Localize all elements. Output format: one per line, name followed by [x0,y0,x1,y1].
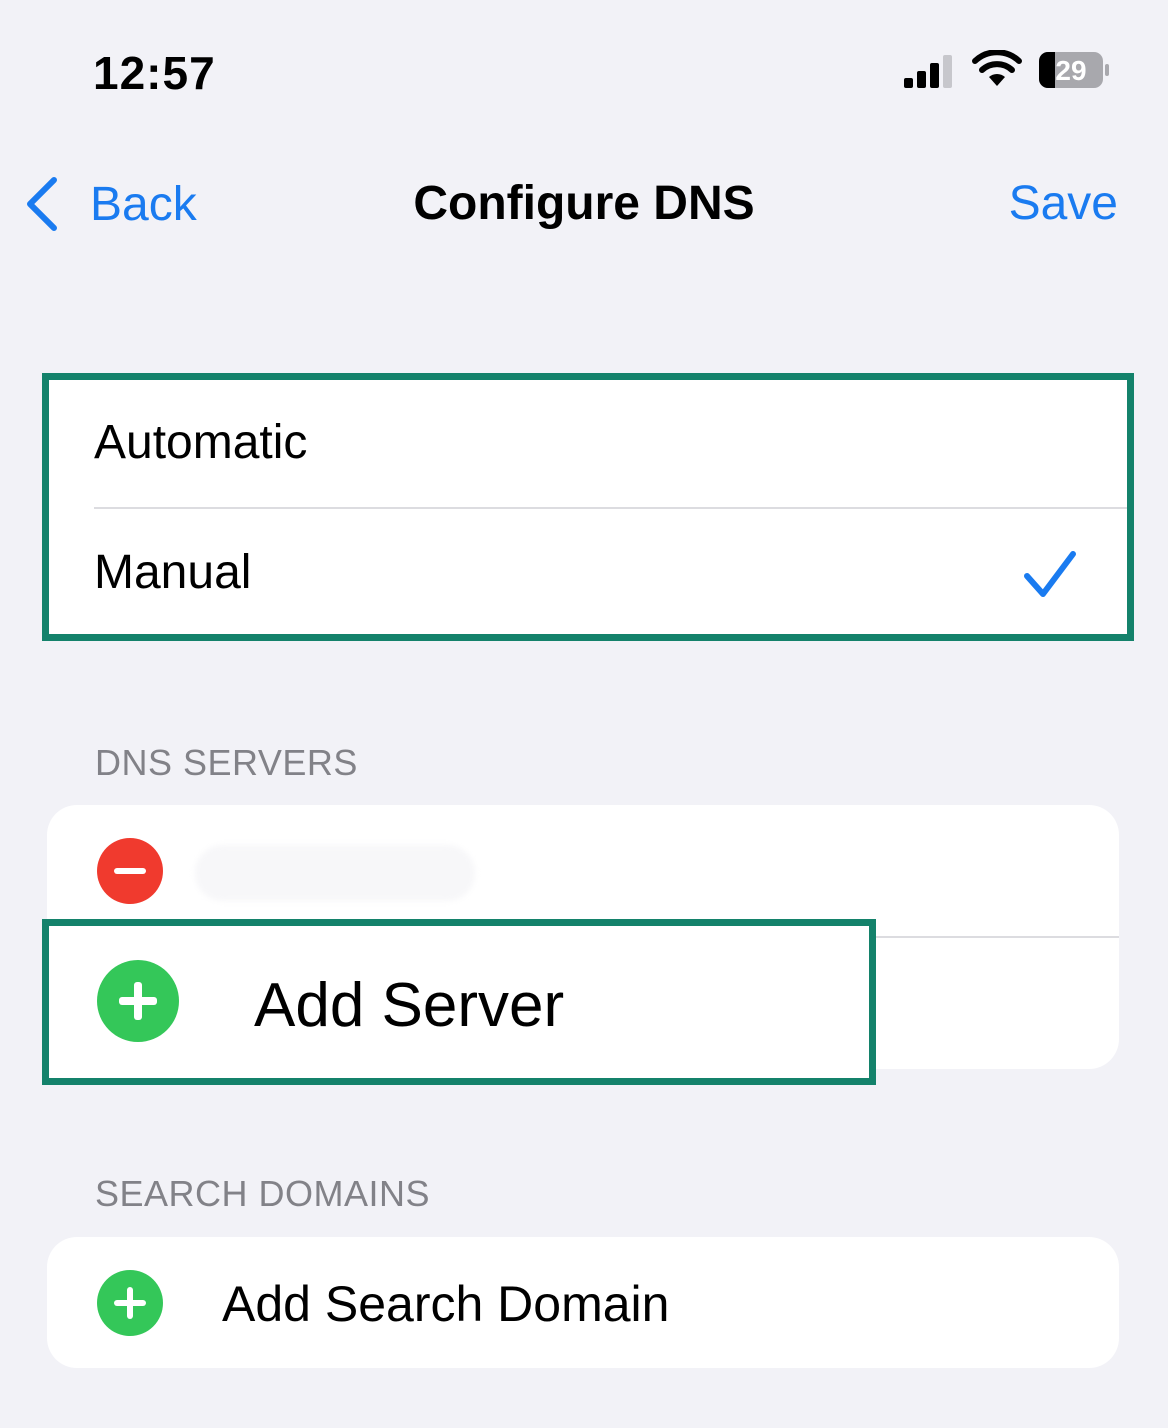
status-time: 12:57 [93,47,216,99]
page-title: Configure DNS [413,177,755,230]
dns-mode-group: Automatic Manual [42,373,1134,641]
dns-servers-header: DNS SERVERS [95,742,358,783]
add-server-button[interactable]: Add Server [42,919,876,1085]
add-icon [97,1270,163,1336]
cellular-signal-icon [904,55,952,88]
option-manual[interactable]: Manual [49,510,1127,634]
search-domains-header: SEARCH DOMAINS [95,1173,431,1214]
battery-icon: 29 [1039,52,1109,88]
remove-server-icon[interactable] [97,838,163,904]
option-manual-label: Manual [94,545,252,599]
battery-level: 29 [1055,55,1086,86]
add-icon [97,960,179,1042]
add-search-domain-label: Add Search Domain [222,1276,670,1332]
option-automatic[interactable]: Automatic [49,380,1127,504]
add-server-label: Add Server [254,971,565,1040]
add-search-domain-button[interactable]: Add Search Domain [47,1237,1119,1368]
save-button[interactable]: Save [1009,176,1118,231]
option-automatic-label: Automatic [94,415,308,469]
wifi-icon [972,50,1022,86]
divider [94,507,1127,509]
server-address-field[interactable] [195,845,475,901]
checkmark-icon [1024,551,1076,597]
